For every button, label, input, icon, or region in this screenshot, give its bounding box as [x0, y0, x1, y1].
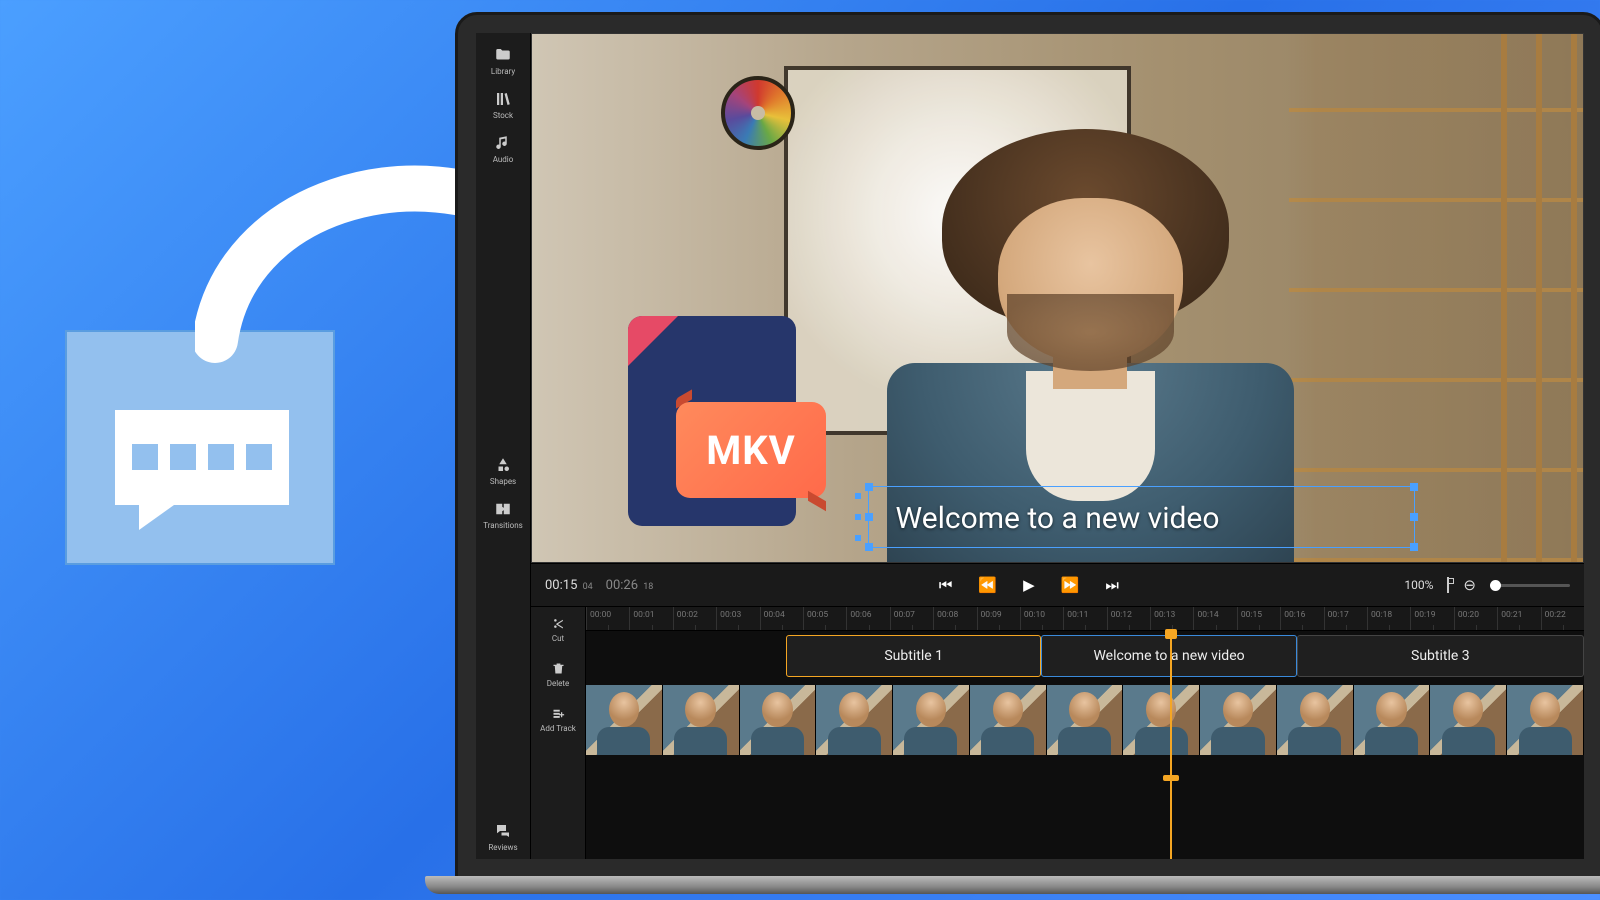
- zoom-out-button[interactable]: ⊖: [1463, 576, 1476, 594]
- cut-button[interactable]: Cut: [531, 607, 586, 652]
- ruler-tick[interactable]: 00:10: [1020, 607, 1063, 630]
- sidebar-label: Stock: [493, 111, 513, 120]
- ruler-tick[interactable]: 00:04: [760, 607, 803, 630]
- mkv-file-badge: MKV: [618, 316, 818, 546]
- ruler-tick[interactable]: 00:22: [1541, 607, 1584, 630]
- subtitle-clip[interactable]: Subtitle 1: [786, 635, 1041, 677]
- ruler-tick[interactable]: 00:05: [803, 607, 846, 630]
- forward-button[interactable]: ⏩: [1061, 576, 1080, 594]
- skip-start-button[interactable]: ⏮: [939, 576, 953, 594]
- left-sidebar: Library Stock Audio Shapes: [476, 33, 531, 859]
- ruler-tick[interactable]: 00:11: [1063, 607, 1106, 630]
- duration-time: 00:26: [606, 578, 638, 593]
- playback-bar: 00:15 04 00:26 18 ⏮ ⏪ ▶ ⏩ ⏭: [531, 563, 1584, 607]
- video-thumbnail[interactable]: [1123, 685, 1200, 755]
- caption-overlay-text[interactable]: Welcome to a new video: [896, 501, 1220, 536]
- rewind-button[interactable]: ⏪: [978, 576, 997, 594]
- sidebar-label: Transitions: [483, 521, 523, 530]
- tool-label: Add Track: [540, 724, 576, 733]
- ruler-tick[interactable]: 00:12: [1107, 607, 1150, 630]
- tool-label: Delete: [547, 679, 570, 688]
- ruler-tick[interactable]: 00:18: [1367, 607, 1410, 630]
- mkv-label-text: MKV: [676, 402, 826, 498]
- playhead[interactable]: [1170, 631, 1172, 859]
- ruler-tick[interactable]: 00:09: [977, 607, 1020, 630]
- ruler-tick[interactable]: 00:13: [1150, 607, 1193, 630]
- sidebar-item-transitions[interactable]: Transitions: [476, 493, 531, 537]
- ruler-tick[interactable]: 00:19: [1410, 607, 1453, 630]
- skip-end-button[interactable]: ⏭: [1105, 576, 1119, 594]
- zoom-slider[interactable]: [1490, 584, 1570, 587]
- sidebar-item-shapes[interactable]: Shapes: [476, 449, 531, 493]
- laptop-frame: Library Stock Audio Shapes: [455, 12, 1600, 880]
- video-thumbnail[interactable]: [893, 685, 970, 755]
- video-thumbnail[interactable]: [663, 685, 740, 755]
- transitions-icon: [494, 500, 512, 518]
- video-preview[interactable]: Welcome to a new video MKV: [531, 33, 1584, 563]
- tool-label: Cut: [552, 634, 564, 643]
- music-icon: [494, 134, 512, 152]
- current-frames: 04: [583, 582, 593, 592]
- timeline: Cut Delete Add Track: [531, 607, 1584, 859]
- ruler-tick[interactable]: 00:20: [1454, 607, 1497, 630]
- ruler-tick[interactable]: 00:00: [586, 607, 629, 630]
- timeline-tools: Cut Delete Add Track: [531, 607, 586, 859]
- timeline-ruler[interactable]: 00:0000:0100:0200:0300:0400:0500:0600:07…: [586, 607, 1584, 631]
- video-thumbnail[interactable]: [816, 685, 893, 755]
- video-thumbnail[interactable]: [1507, 685, 1584, 755]
- video-thumbnail[interactable]: [970, 685, 1047, 755]
- delete-button[interactable]: Delete: [531, 652, 586, 697]
- ruler-tick[interactable]: 00:08: [933, 607, 976, 630]
- sidebar-label: Library: [491, 67, 515, 76]
- sidebar-item-reviews[interactable]: Reviews: [476, 815, 531, 859]
- add-track-icon: [551, 706, 566, 721]
- sidebar-label: Audio: [493, 155, 514, 164]
- scissors-icon: [551, 616, 566, 631]
- timeline-tracks[interactable]: Subtitle 1Welcome to a new videoSubtitle…: [586, 631, 1584, 859]
- video-thumbnail[interactable]: [740, 685, 817, 755]
- speech-bubble-icon: [115, 410, 289, 505]
- ruler-tick[interactable]: 00:14: [1193, 607, 1236, 630]
- books-icon: [494, 90, 512, 108]
- sidebar-item-stock[interactable]: Stock: [476, 83, 531, 127]
- sidebar-item-library[interactable]: Library: [476, 39, 531, 83]
- ruler-tick[interactable]: 00:06: [846, 607, 889, 630]
- shapes-icon: [494, 456, 512, 474]
- ruler-tick[interactable]: 00:15: [1237, 607, 1280, 630]
- ruler-tick[interactable]: 00:03: [716, 607, 759, 630]
- zoom-percent[interactable]: 100%: [1404, 578, 1433, 592]
- ruler-tick[interactable]: 00:16: [1280, 607, 1323, 630]
- duration-frames: 18: [643, 582, 653, 592]
- add-track-button[interactable]: Add Track: [531, 697, 586, 742]
- video-thumbnail[interactable]: [1430, 685, 1507, 755]
- subtitle-clip[interactable]: Subtitle 3: [1297, 635, 1584, 677]
- video-thumbnail[interactable]: [1047, 685, 1124, 755]
- ruler-tick[interactable]: 00:02: [673, 607, 716, 630]
- sidebar-label: Shapes: [490, 477, 516, 486]
- video-thumbnail[interactable]: [1277, 685, 1354, 755]
- sidebar-item-audio[interactable]: Audio: [476, 127, 531, 171]
- ruler-tick[interactable]: 00:21: [1497, 607, 1540, 630]
- video-thumbnail[interactable]: [1200, 685, 1277, 755]
- current-time: 00:15: [545, 578, 577, 593]
- sidebar-label: Reviews: [488, 843, 517, 852]
- play-button[interactable]: ▶: [1023, 576, 1035, 594]
- video-editor-app: Library Stock Audio Shapes: [476, 33, 1584, 859]
- video-track[interactable]: [586, 685, 1584, 755]
- ruler-tick[interactable]: 00:01: [629, 607, 672, 630]
- video-thumbnail[interactable]: [1354, 685, 1431, 755]
- timecode-display: 00:15 04 00:26 18: [545, 578, 653, 593]
- chat-icon: [494, 822, 512, 840]
- laptop-base: [425, 876, 1600, 894]
- fullscreen-button[interactable]: [1447, 578, 1449, 592]
- folder-icon: [494, 46, 512, 64]
- ruler-tick[interactable]: 00:17: [1324, 607, 1367, 630]
- ruler-tick[interactable]: 00:07: [890, 607, 933, 630]
- trash-icon: [551, 661, 566, 676]
- subtitle-track[interactable]: Subtitle 1Welcome to a new videoSubtitle…: [786, 635, 1584, 679]
- video-thumbnail[interactable]: [586, 685, 663, 755]
